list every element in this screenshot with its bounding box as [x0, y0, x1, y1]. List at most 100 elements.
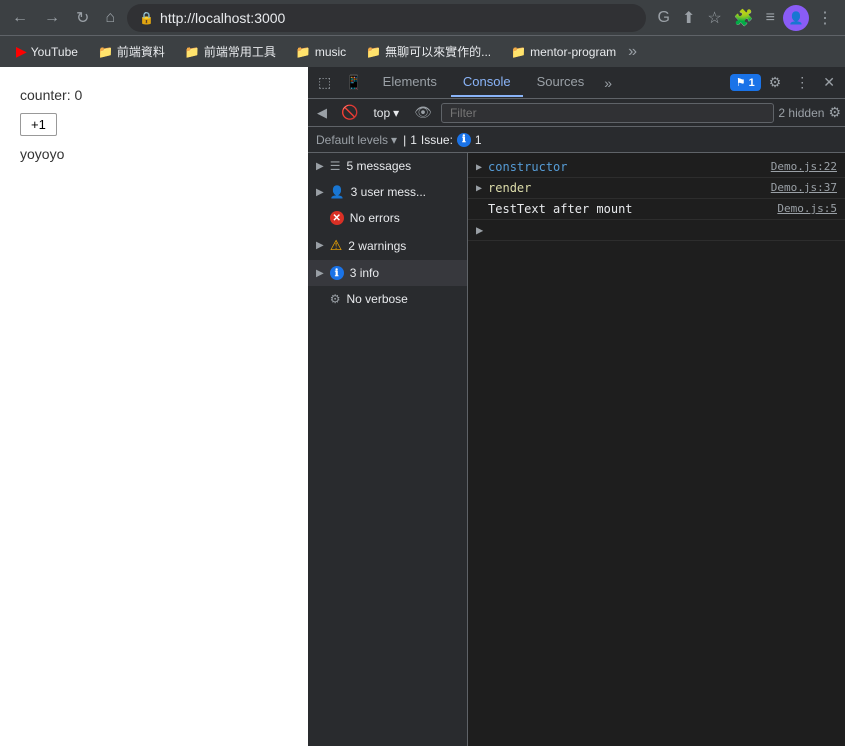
- eye-button[interactable]: 👁: [409, 102, 437, 123]
- more-menu-icon[interactable]: ⋮: [813, 4, 837, 32]
- default-levels-button[interactable]: Default levels ▾: [316, 133, 397, 147]
- webpage-panel: counter: 0 +1 yoyoyo: [0, 67, 308, 746]
- issue-label: Issue:: [421, 133, 453, 147]
- error-icon: ✕: [330, 211, 344, 225]
- issue-separator: |: [403, 133, 406, 147]
- bookmark-music[interactable]: 📁 music: [288, 42, 354, 62]
- bookmarks-bar: ▶ YouTube 📁 前端資料 📁 前端常用工具 📁 music 📁 無聊可以…: [0, 35, 845, 67]
- counter-display: counter: 0: [20, 87, 288, 103]
- context-dropdown-icon: ▾: [393, 106, 399, 120]
- verbose-icon: ⚙: [330, 292, 341, 306]
- issues-badge-icon: ⚑: [736, 76, 746, 89]
- info-icon: ℹ: [330, 266, 344, 280]
- default-levels-dropdown-icon: ▾: [391, 133, 397, 147]
- expand-arrow-constructor[interactable]: ▶: [476, 160, 482, 173]
- folder-icon-5: 📁: [511, 45, 526, 59]
- console-settings-button[interactable]: ⚙: [828, 104, 841, 121]
- back-button[interactable]: ←: [8, 5, 32, 31]
- bookmark-mentor-program[interactable]: 📁 mentor-program: [503, 42, 624, 62]
- forward-button[interactable]: →: [40, 5, 64, 31]
- issues-badge[interactable]: ⚑ 1: [730, 74, 761, 91]
- hidden-count-label: 2 hidden: [778, 106, 824, 120]
- console-entry-constructor[interactable]: ▶ constructor Demo.js:22: [468, 157, 845, 178]
- extensions-icon[interactable]: 🧩: [730, 4, 758, 32]
- folder-icon-1: 📁: [98, 45, 113, 59]
- more-tabs-button[interactable]: »: [598, 71, 618, 95]
- filter-input[interactable]: [441, 103, 774, 123]
- issues-chip: | 1 Issue: ℹ 1: [403, 133, 482, 147]
- entry-link-constructor[interactable]: Demo.js:22: [771, 160, 837, 173]
- bookmark-frontend-tools[interactable]: 📁 前端常用工具: [177, 40, 284, 63]
- close-devtools-button[interactable]: ✕: [817, 70, 841, 95]
- filter-user-messages[interactable]: ▶ 👤 3 user mess...: [308, 179, 467, 205]
- bookmark-mentor-program-label: mentor-program: [530, 45, 616, 59]
- keyword-constructor: constructor: [488, 160, 567, 174]
- devtools-secondary-toolbar: ◀ 🚫 top ▾ 👁 2 hidden ⚙: [308, 99, 845, 127]
- console-entry-expand[interactable]: ▶: [468, 220, 845, 241]
- bookmark-music-label: music: [315, 45, 346, 59]
- youtube-icon: ▶: [16, 43, 27, 60]
- clear-console-button[interactable]: 🚫: [336, 102, 363, 123]
- settings-button[interactable]: ⚙: [763, 70, 788, 95]
- home-button[interactable]: ⌂: [101, 5, 119, 31]
- context-selector[interactable]: top ▾: [367, 104, 405, 122]
- filter-no-errors-label: No errors: [350, 211, 400, 225]
- context-label: top: [373, 106, 390, 120]
- filter-user-messages-label: 3 user mess...: [351, 185, 426, 199]
- messages-icon: ☰: [330, 159, 341, 173]
- translate-icon[interactable]: G: [654, 5, 674, 31]
- filter-no-verbose[interactable]: ▶ ⚙ No verbose: [308, 286, 467, 312]
- share-icon[interactable]: ⬆: [678, 4, 699, 32]
- console-entry-render[interactable]: ▶ render Demo.js:37: [468, 178, 845, 199]
- increment-button[interactable]: +1: [20, 113, 57, 136]
- bookmark-frontend-resources-label: 前端資料: [117, 43, 165, 60]
- avatar[interactable]: 👤: [783, 5, 809, 31]
- entry-link-render[interactable]: Demo.js:37: [771, 181, 837, 194]
- warning-icon: ⚠: [330, 237, 343, 254]
- entry-link-testtext[interactable]: Demo.js:5: [777, 202, 837, 215]
- main-area: counter: 0 +1 yoyoyo ⬚ 📱 Elements Consol…: [0, 67, 845, 746]
- reload-button[interactable]: ↻: [72, 4, 93, 32]
- default-levels-label: Default levels: [316, 133, 388, 147]
- issue-count: 1: [410, 133, 417, 147]
- keyword-render: render: [488, 181, 531, 195]
- filter-arrow-messages: ▶: [316, 161, 324, 172]
- devtools-panel: ⬚ 📱 Elements Console Sources » ⚑ 1 ⚙ ⋮ ✕…: [308, 67, 845, 746]
- bookmark-icon[interactable]: ☆: [703, 4, 725, 32]
- expand-arrow-extra[interactable]: ▶: [476, 223, 483, 237]
- tab-console[interactable]: Console: [451, 68, 523, 97]
- profile-icon[interactable]: ≡: [762, 5, 779, 31]
- address-bar[interactable]: 🔒 http://localhost:3000: [127, 4, 645, 32]
- filter-all-messages[interactable]: ▶ ☰ 5 messages: [308, 153, 467, 179]
- device-toolbar-icon[interactable]: 📱: [339, 70, 368, 95]
- issues-badge-count: 1: [749, 77, 755, 89]
- lock-icon: 🔒: [139, 11, 154, 25]
- filter-warnings[interactable]: ▶ ⚠ 2 warnings: [308, 231, 467, 260]
- filter-info[interactable]: ▶ ℹ 3 info: [308, 260, 467, 286]
- entry-text-constructor: constructor: [488, 160, 763, 174]
- inspector-icon[interactable]: ⬚: [312, 70, 337, 95]
- bookmark-frontend-resources[interactable]: 📁 前端資料: [90, 40, 173, 63]
- issue-number: 1: [475, 133, 482, 147]
- filter-all-messages-label: 5 messages: [346, 159, 411, 173]
- bookmark-youtube[interactable]: ▶ YouTube: [8, 40, 86, 63]
- console-back-button[interactable]: ◀: [312, 103, 332, 123]
- bookmark-boring-works-label: 無聊可以來實作的...: [385, 43, 491, 60]
- entry-text-testtext: TestText after mount: [488, 202, 769, 216]
- filter-arrow-user: ▶: [316, 187, 324, 198]
- filter-no-errors[interactable]: ▶ ✕ No errors: [308, 205, 467, 231]
- bookmark-boring-works[interactable]: 📁 無聊可以來實作的...: [358, 40, 499, 63]
- console-entry-testtext[interactable]: ▶ TestText after mount Demo.js:5: [468, 199, 845, 220]
- tab-elements[interactable]: Elements: [371, 68, 449, 97]
- browser-toolbar: ← → ↻ ⌂ 🔒 http://localhost:3000 G ⬆ ☆ 🧩 …: [0, 0, 845, 35]
- console-messages: ▶ constructor Demo.js:22 ▶ render Demo.j…: [468, 153, 845, 746]
- more-bookmarks-button[interactable]: »: [628, 43, 637, 61]
- tab-sources[interactable]: Sources: [525, 68, 597, 97]
- user-icon: 👤: [330, 185, 345, 199]
- filter-info-label: 3 info: [350, 266, 379, 280]
- expand-arrow-render[interactable]: ▶: [476, 181, 482, 194]
- filter-arrow-info: ▶: [316, 268, 324, 279]
- more-options-button[interactable]: ⋮: [789, 70, 815, 95]
- bookmark-youtube-label: YouTube: [31, 45, 78, 59]
- bookmark-frontend-tools-label: 前端常用工具: [204, 43, 276, 60]
